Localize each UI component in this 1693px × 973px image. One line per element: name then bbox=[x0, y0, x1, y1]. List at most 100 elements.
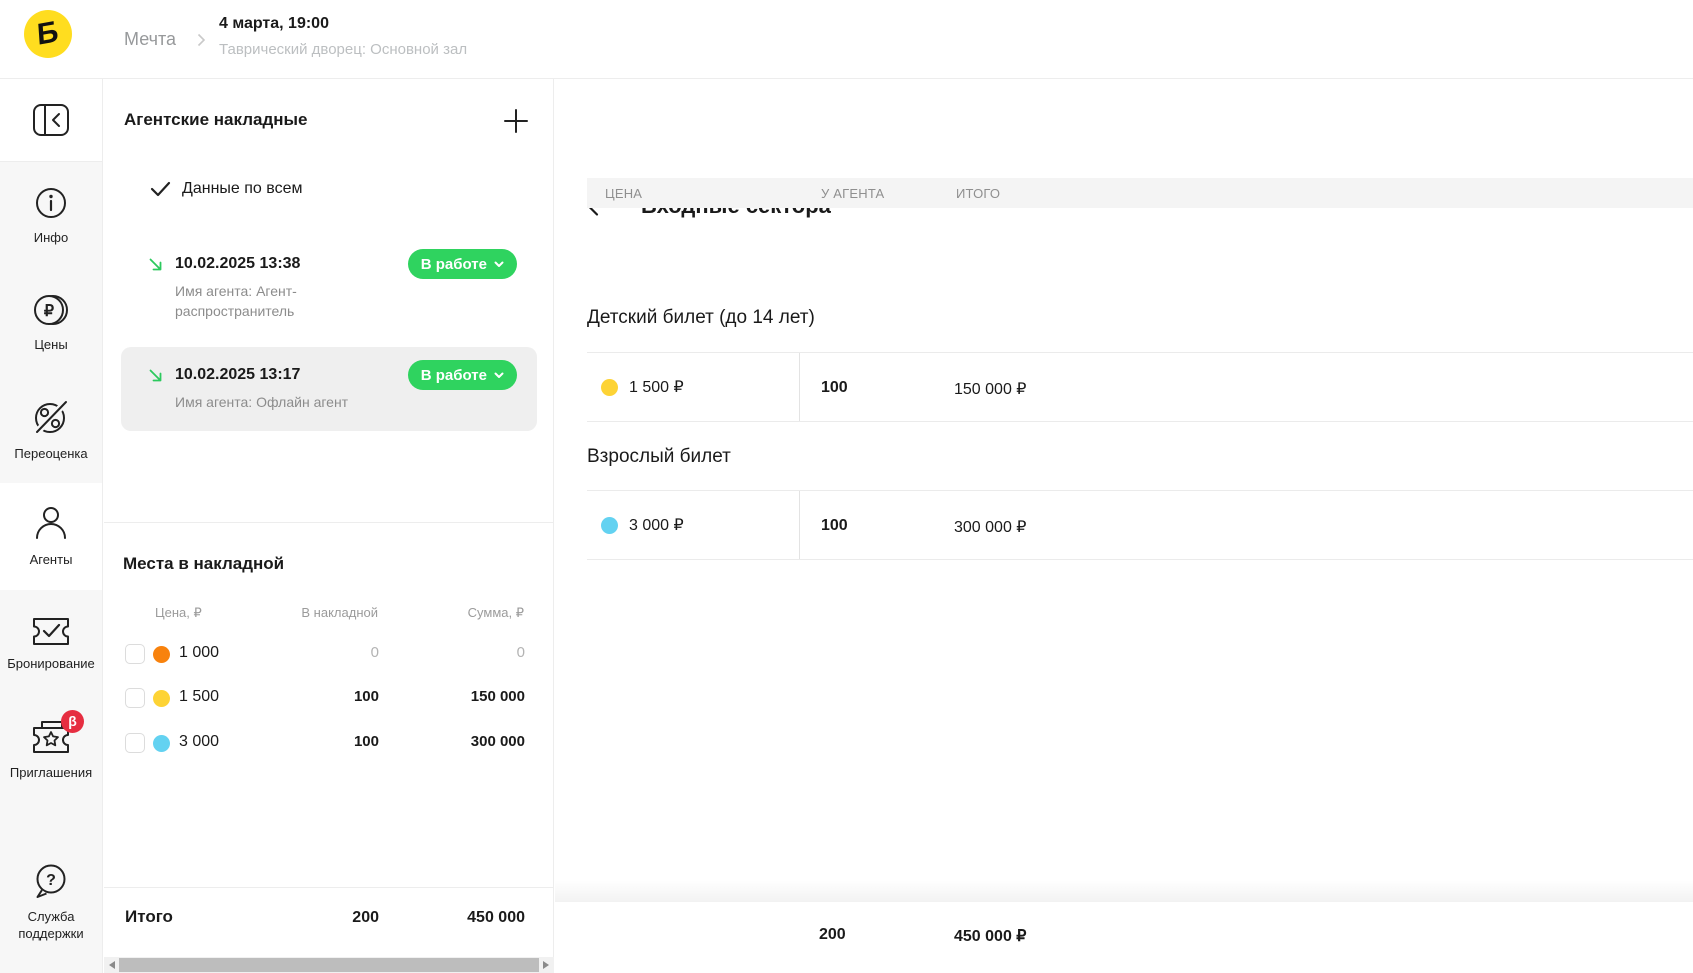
event-title: 4 марта, 19:00 bbox=[219, 15, 467, 33]
collapse-sidebar-button[interactable] bbox=[32, 103, 70, 137]
invoice-datetime: 10.02.2025 13:38 bbox=[175, 255, 300, 273]
footer-grand-total: 450 000 ₽ bbox=[954, 926, 1026, 946]
sidebar-item-info[interactable]: Инфо bbox=[0, 162, 102, 269]
seat-row: 1 000 0 0 bbox=[104, 632, 554, 676]
sector-row: 3 000 ₽ 100 300 000 ₽ bbox=[587, 490, 1693, 560]
column-header-price: Цена, ₽ bbox=[155, 605, 202, 621]
panel-title: Агентские накладные bbox=[124, 110, 308, 130]
ticket-star-icon: β bbox=[30, 720, 72, 756]
sectors-totals-footer: 200 450 000 ₽ bbox=[555, 902, 1693, 973]
sidebar-item-label: Бронирование bbox=[2, 656, 100, 673]
seat-in-invoice: 0 bbox=[371, 644, 379, 661]
app-logo[interactable]: Б bbox=[24, 10, 72, 58]
totals-row: Итого 200 450 000 bbox=[104, 907, 554, 933]
sidebar-item-invitations[interactable]: β Приглашения bbox=[0, 697, 102, 804]
sector-at-agent: 100 bbox=[821, 379, 848, 397]
price-color-dot bbox=[153, 735, 170, 752]
sector-price: 3 000 ₽ bbox=[629, 515, 684, 535]
breadcrumb[interactable]: Мечта bbox=[124, 0, 176, 79]
chevron-down-icon bbox=[494, 261, 504, 268]
seat-checkbox[interactable] bbox=[125, 688, 145, 708]
add-invoice-button[interactable] bbox=[502, 107, 530, 135]
sector-group-title: Детский билет (до 14 лет) bbox=[587, 307, 815, 329]
invoice-datetime: 10.02.2025 13:17 bbox=[175, 366, 300, 384]
column-header-sum: Сумма, ₽ bbox=[468, 605, 524, 621]
column-header-in-invoice: В накладной bbox=[301, 605, 378, 620]
price-color-dot bbox=[601, 517, 618, 534]
horizontal-scrollbar[interactable] bbox=[104, 957, 554, 973]
invoice-item[interactable]: 10.02.2025 13:17 В работе Имя агента: Оф… bbox=[121, 347, 537, 431]
svg-text:?: ? bbox=[46, 872, 56, 889]
total-in-invoice: 200 bbox=[352, 909, 379, 927]
all-data-item[interactable]: Данные по всем bbox=[124, 177, 302, 201]
invoice-item[interactable]: 10.02.2025 13:38 В работе Имя агента: Аг… bbox=[121, 240, 537, 331]
scroll-left-arrow[interactable] bbox=[109, 961, 115, 969]
sidebar-collapse-segment bbox=[0, 79, 102, 162]
sidebar-item-label: Приглашения bbox=[2, 765, 100, 782]
sidebar-item-label: Агенты bbox=[2, 552, 100, 569]
sector-row: 1 500 ₽ 100 150 000 ₽ bbox=[587, 352, 1693, 422]
seat-in-invoice: 100 bbox=[354, 688, 379, 705]
seat-price: 1 000 bbox=[179, 644, 219, 662]
sidebar-item-label: Инфо bbox=[2, 230, 100, 247]
seat-in-invoice: 100 bbox=[354, 733, 379, 750]
seat-sum: 150 000 bbox=[471, 688, 525, 705]
event-venue: Таврический дворец: Основной зал bbox=[219, 41, 467, 58]
total-sum: 450 000 bbox=[467, 909, 525, 927]
collapse-icon bbox=[32, 103, 70, 137]
status-label: В работе bbox=[421, 256, 487, 273]
info-icon bbox=[33, 185, 69, 221]
price-color-dot bbox=[153, 646, 170, 663]
sidebar-item-booking[interactable]: Бронирование bbox=[0, 590, 102, 697]
plus-icon bbox=[503, 108, 529, 134]
sidebar-item-prices[interactable]: ₽ Цены bbox=[0, 269, 102, 376]
status-dropdown[interactable]: В работе bbox=[408, 360, 517, 390]
percent-icon bbox=[30, 397, 72, 437]
seat-sum: 300 000 bbox=[471, 733, 525, 750]
invoice-agent-name: Имя агента: Агент-распространитель bbox=[175, 281, 405, 321]
sidebar-item-agents[interactable]: Агенты bbox=[0, 483, 102, 590]
sidebar-item-label: Переоценка bbox=[2, 446, 100, 463]
scroll-right-arrow[interactable] bbox=[543, 961, 549, 969]
total-divider bbox=[104, 887, 554, 888]
entry-sectors-panel: Входные сектора ЦЕНА У АГЕНТА ИТОГО Детс… bbox=[555, 79, 1693, 973]
ticket-check-icon bbox=[31, 615, 71, 647]
sector-price: 1 500 ₽ bbox=[629, 377, 684, 397]
arrow-down-right-icon bbox=[147, 367, 164, 384]
column-header-total: ИТОГО bbox=[956, 186, 1000, 201]
sector-price-cell: 1 500 ₽ bbox=[587, 353, 800, 421]
section-divider bbox=[104, 522, 554, 523]
sidebar: Инфо ₽ Цены Переоценка bbox=[0, 79, 103, 973]
column-header-price: ЦЕНА bbox=[605, 186, 642, 201]
seats-section-title: Места в накладной bbox=[123, 554, 284, 574]
sector-at-agent: 100 bbox=[821, 517, 848, 535]
total-label: Итого bbox=[125, 907, 173, 927]
seat-row: 1 500 100 150 000 bbox=[104, 676, 554, 720]
seat-checkbox[interactable] bbox=[125, 733, 145, 753]
scrollbar-thumb[interactable] bbox=[119, 958, 539, 972]
sidebar-item-label: Цены bbox=[2, 337, 100, 354]
sector-group-title: Взрослый билет bbox=[587, 446, 731, 468]
seat-price: 3 000 bbox=[179, 733, 219, 751]
beta-badge: β bbox=[61, 710, 84, 733]
sector-total: 150 000 ₽ bbox=[954, 379, 1026, 399]
price-color-dot bbox=[153, 690, 170, 707]
logo-letter: Б bbox=[36, 15, 60, 53]
all-data-label: Данные по всем bbox=[182, 180, 302, 198]
sidebar-item-support[interactable]: ? Служба поддержки bbox=[0, 856, 102, 973]
sidebar-item-repricing[interactable]: Переоценка bbox=[0, 376, 102, 483]
top-header: Б Мечта 4 марта, 19:00 Таврический дворе… bbox=[0, 0, 1693, 79]
status-dropdown[interactable]: В работе bbox=[408, 249, 517, 279]
sector-price-cell: 3 000 ₽ bbox=[587, 491, 800, 559]
status-label: В работе bbox=[421, 367, 487, 384]
sector-total: 300 000 ₽ bbox=[954, 517, 1026, 537]
support-icon: ? bbox=[32, 862, 70, 900]
sidebar-item-label: Служба поддержки bbox=[2, 909, 100, 943]
sidebar-spacer bbox=[0, 804, 102, 856]
footer-at-agent-total: 200 bbox=[819, 926, 846, 944]
agent-invoices-panel: Агентские накладные Данные по всем 10.02… bbox=[104, 79, 554, 973]
chevron-down-icon bbox=[494, 372, 504, 379]
seat-checkbox[interactable] bbox=[125, 644, 145, 664]
check-icon bbox=[150, 181, 171, 197]
invoice-agent-name: Имя агента: Офлайн агент bbox=[175, 392, 475, 412]
